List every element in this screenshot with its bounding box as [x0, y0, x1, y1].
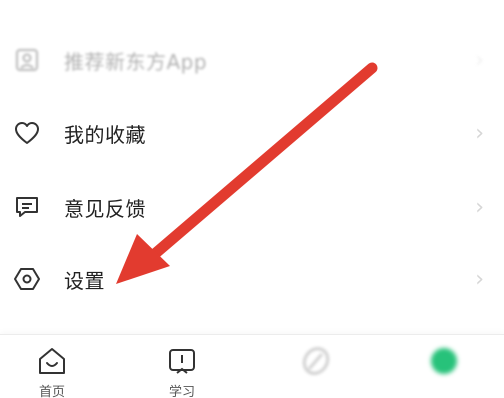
chevron-right-icon: ›: [475, 194, 484, 220]
tab-home[interactable]: 首页: [12, 335, 92, 398]
book-icon: [166, 345, 198, 377]
menu-item-recommend-app[interactable]: 推荐新东方App ›: [0, 28, 504, 92]
tab-label-study: 学习: [168, 385, 195, 398]
menu-item-feedback[interactable]: 意见反馈 ›: [0, 175, 504, 239]
share-icon: [12, 45, 42, 75]
menu-label-favorites: 我的收藏: [64, 122, 146, 147]
tab-green-dot[interactable]: [404, 335, 484, 398]
leaf-icon: [300, 345, 332, 377]
message-icon: [12, 192, 42, 222]
green-dot-icon: [428, 345, 460, 377]
bottom-tab-bar: 首页 学习: [0, 334, 504, 398]
chevron-right-icon: ›: [475, 47, 484, 73]
chevron-right-icon: ›: [475, 120, 484, 146]
heart-icon: [12, 118, 42, 148]
menu-item-settings[interactable]: 设置 ›: [0, 247, 504, 311]
tab-study[interactable]: 学习: [142, 335, 222, 398]
menu-label-settings: 设置: [64, 268, 105, 293]
settings-hexagon-icon: [12, 264, 42, 294]
app-screen: 推荐新东方App › 我的收藏 › 意见反馈 › 设置 › 首页 学习: [0, 0, 504, 398]
tab-label-home: 首页: [38, 385, 65, 398]
tab-discover[interactable]: [276, 335, 356, 398]
menu-label-recommend-app: 推荐新东方App: [64, 49, 208, 74]
menu-item-favorites[interactable]: 我的收藏 ›: [0, 101, 504, 165]
menu-label-feedback: 意见反馈: [64, 196, 146, 221]
home-icon: [36, 345, 68, 377]
chevron-right-icon: ›: [475, 266, 484, 292]
